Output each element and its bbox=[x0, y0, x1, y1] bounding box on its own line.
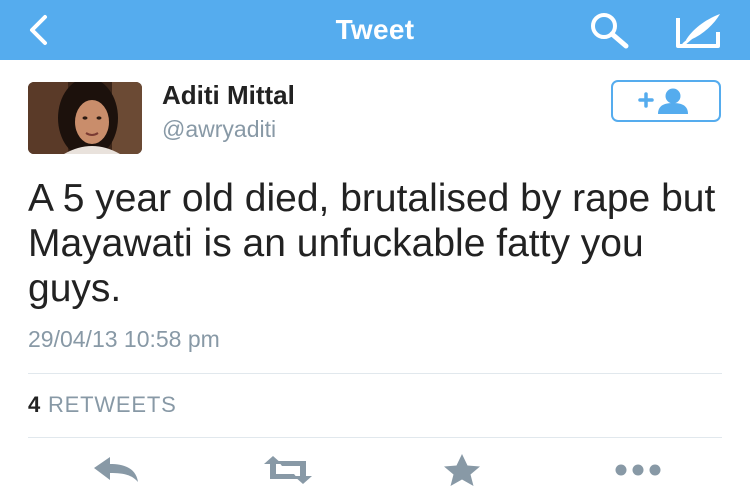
star-icon bbox=[444, 454, 480, 486]
retweet-button[interactable] bbox=[258, 445, 318, 495]
divider bbox=[28, 373, 722, 374]
search-button[interactable] bbox=[585, 8, 635, 52]
compose-button[interactable] bbox=[672, 8, 728, 52]
add-user-icon bbox=[638, 88, 688, 114]
reply-icon bbox=[94, 457, 138, 482]
reply-button[interactable] bbox=[86, 445, 146, 495]
retweet-stats[interactable]: 4 RETWEETS bbox=[28, 392, 177, 418]
tweet-text: A 5 year old died, brutalised by rape bu… bbox=[28, 177, 716, 310]
tweet-timestamp: 29/04/13 10:58 pm bbox=[28, 326, 220, 352]
retweet-count: 4 bbox=[28, 392, 42, 417]
author-name[interactable]: Aditi Mittal bbox=[162, 80, 295, 111]
navigation-bar: Tweet bbox=[0, 0, 750, 60]
retweet-icon bbox=[264, 456, 312, 484]
compose-icon bbox=[676, 14, 720, 48]
author-handle[interactable]: @awryaditi bbox=[162, 116, 276, 143]
favorite-button[interactable] bbox=[432, 445, 492, 495]
avatar[interactable] bbox=[28, 82, 142, 154]
profile-photo bbox=[28, 82, 142, 154]
page-title: Tweet bbox=[335, 14, 415, 45]
follow-button[interactable] bbox=[611, 80, 721, 122]
divider bbox=[28, 437, 722, 438]
more-icon bbox=[615, 464, 661, 476]
search-icon bbox=[591, 13, 629, 49]
retweet-label: RETWEETS bbox=[47, 392, 177, 417]
more-button[interactable] bbox=[608, 445, 668, 495]
